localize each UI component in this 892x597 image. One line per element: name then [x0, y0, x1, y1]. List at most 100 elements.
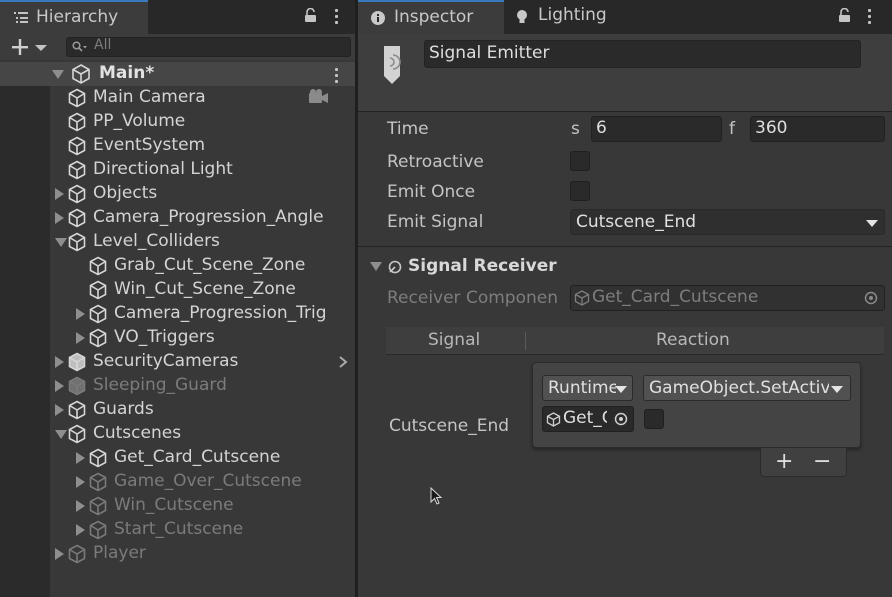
hierarchy-item-label: Camera_Progression_Angle [93, 207, 324, 227]
receiver-component-field[interactable]: Get_Card_Cutscene [570, 285, 885, 311]
gameobject-icon [68, 88, 86, 108]
signal-emitter-icon [384, 46, 401, 84]
hierarchy-item-label: Camera_Progression_Trig [114, 303, 327, 323]
emit-signal-dropdown[interactable]: Cutscene_End [570, 209, 885, 235]
hierarchy-item[interactable]: Game_Over_Cutscene [50, 470, 356, 494]
hierarchy-item[interactable]: Win_Cut_Scene_Zone [50, 278, 356, 302]
plus-dropdown-icon [12, 39, 47, 55]
collapse-arrow-icon[interactable] [55, 188, 64, 200]
column-divider[interactable] [525, 332, 526, 350]
hierarchy-item[interactable]: Sleeping_Guard [50, 374, 356, 398]
hierarchy-item[interactable]: Level_Colliders [50, 230, 356, 254]
receiver-component-label: Receiver Componen [387, 288, 558, 308]
collapse-arrow-icon[interactable] [76, 476, 85, 488]
hierarchy-item[interactable]: Player [50, 542, 356, 566]
hierarchy-item-label: Objects [93, 183, 158, 203]
gameobject-icon [68, 544, 86, 564]
expand-arrow-icon[interactable] [55, 238, 67, 247]
hierarchy-item[interactable]: SecurityCameras [50, 350, 356, 374]
collapse-arrow-icon[interactable] [55, 404, 64, 416]
hierarchy-item[interactable]: Directional Light [50, 158, 356, 182]
time-seconds-value: 6 [596, 118, 607, 138]
gameobject-icon [89, 304, 107, 324]
inspector-panel: Inspector Lighting Signal Emitter Time s… [358, 0, 892, 597]
dropdown-arrow-icon [615, 386, 627, 393]
search-placeholder: All [94, 37, 112, 53]
scene-menu-icon[interactable] [335, 68, 339, 86]
hierarchy-item[interactable]: Cutscenes [50, 422, 356, 446]
component-collapse-arrow-icon[interactable] [370, 262, 382, 271]
hierarchy-item[interactable]: Start_Cutscene [50, 518, 356, 542]
inspector-tab[interactable]: Inspector [358, 0, 504, 34]
add-reaction-button[interactable]: + [775, 449, 793, 474]
inspector-menu-icon[interactable] [868, 9, 872, 27]
set-active-checkbox[interactable] [644, 409, 664, 429]
lock-icon[interactable] [304, 8, 317, 23]
gameobject-icon [68, 376, 86, 396]
gameobject-icon [68, 208, 86, 228]
hierarchy-item[interactable]: Guards [50, 398, 356, 422]
collapse-arrow-icon[interactable] [55, 380, 64, 392]
collapse-arrow-icon[interactable] [76, 500, 85, 512]
object-picker-icon[interactable] [864, 291, 878, 305]
gameobject-icon [68, 400, 86, 420]
gameobject-icon [68, 424, 86, 444]
object-name-field[interactable]: Signal Emitter [424, 40, 861, 68]
collapse-arrow-icon[interactable] [55, 212, 64, 224]
reaction-column-header: Reaction [656, 330, 730, 350]
dropdown-arrow-icon [866, 220, 878, 227]
hierarchy-item-label: Start_Cutscene [114, 519, 244, 539]
hierarchy-item[interactable]: Get_Card_Cutscene [50, 446, 356, 470]
emit-signal-label: Emit Signal [387, 212, 484, 232]
hierarchy-menu-icon[interactable] [335, 9, 339, 27]
unity-event-box: Runtime GameObject.SetActive Get_Card_Cu… [532, 362, 861, 448]
gameobject-icon [68, 232, 86, 252]
collapse-arrow-icon[interactable] [76, 308, 85, 320]
collapse-arrow-icon[interactable] [76, 332, 85, 344]
collapse-arrow-icon[interactable] [55, 548, 64, 560]
gameobject-icon [68, 352, 86, 372]
chevron-right-icon[interactable] [338, 355, 350, 369]
hierarchy-panel: Hierarchy All Main* Main Camera PP_Volume… [0, 0, 356, 597]
gameobject-icon [546, 412, 561, 427]
hierarchy-item[interactable]: Objects [50, 182, 356, 206]
time-frames-value: 360 [755, 118, 788, 138]
target-object-field[interactable]: Get_Card_Cutscene [542, 406, 634, 432]
runtime-dropdown[interactable]: Runtime [542, 375, 633, 401]
hierarchy-tab[interactable]: Hierarchy [0, 0, 148, 34]
object-picker-icon[interactable] [614, 412, 628, 426]
hierarchy-item[interactable]: Win_Cutscene [50, 494, 356, 518]
hierarchy-item[interactable]: Camera_Progression_Trig [50, 302, 356, 326]
time-label: Time [387, 119, 429, 139]
hierarchy-item-label: Get_Card_Cutscene [114, 447, 281, 467]
hierarchy-item-label: VO_Triggers [114, 327, 215, 347]
collapse-arrow-icon[interactable] [55, 356, 64, 368]
add-remove-box: + − [760, 448, 847, 477]
remove-reaction-button[interactable]: − [813, 449, 831, 474]
signal-receiver-header[interactable]: Signal Receiver [358, 252, 892, 280]
create-button[interactable] [10, 37, 50, 57]
lighting-tab-label: Lighting [538, 5, 607, 25]
retroactive-checkbox[interactable] [570, 151, 590, 171]
function-dropdown[interactable]: GameObject.SetActive [643, 375, 851, 401]
scene-expand-arrow-icon[interactable] [52, 70, 64, 79]
hierarchy-item[interactable]: VO_Triggers [50, 326, 356, 350]
lock-icon[interactable] [838, 8, 851, 23]
emit-once-checkbox[interactable] [570, 181, 590, 201]
hierarchy-item[interactable]: EventSystem [50, 134, 356, 158]
time-frames-field[interactable]: 360 [750, 116, 885, 142]
time-seconds-field[interactable]: 6 [591, 116, 722, 142]
collapse-arrow-icon[interactable] [76, 524, 85, 536]
hierarchy-item[interactable]: Grab_Cut_Scene_Zone [50, 254, 356, 278]
scene-header[interactable]: Main* [0, 62, 356, 86]
unity-scene-icon [72, 64, 90, 84]
expand-arrow-icon[interactable] [55, 430, 67, 439]
hierarchy-item-label: SecurityCameras [93, 351, 239, 371]
gameobject-icon [89, 448, 107, 468]
scene-name: Main* [99, 63, 155, 83]
collapse-arrow-icon[interactable] [76, 452, 85, 464]
gameobject-icon [89, 496, 107, 516]
hierarchy-item[interactable]: Camera_Progression_Angle [50, 206, 356, 230]
lighting-tab[interactable]: Lighting [508, 0, 628, 34]
hierarchy-item[interactable]: PP_Volume [50, 110, 356, 134]
